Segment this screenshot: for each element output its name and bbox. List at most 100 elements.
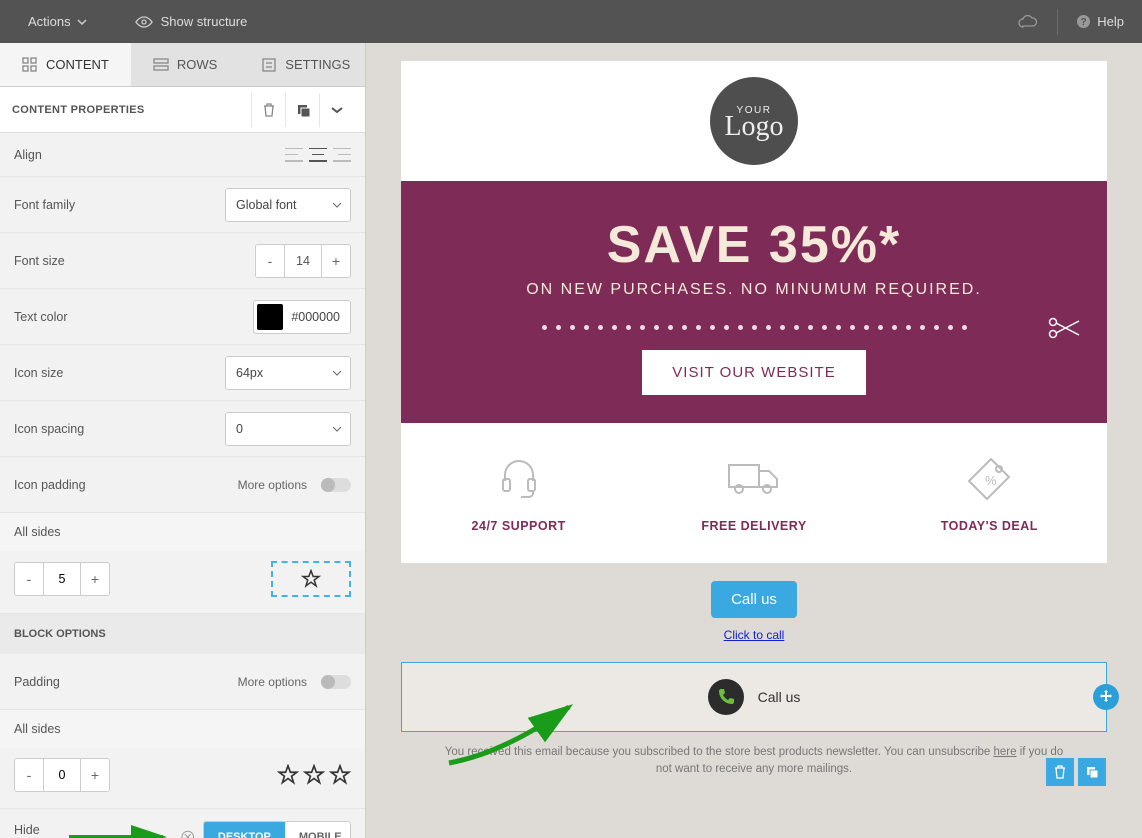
hide-on-label: Hide on [14,823,55,838]
call-us-button[interactable]: Call us [711,581,797,618]
delete-button[interactable] [251,93,285,127]
divider-dotted [431,325,1077,330]
align-right-button[interactable] [333,148,351,162]
tab-rows[interactable]: ROWS [131,43,239,86]
align-center-button[interactable] [309,148,327,162]
decrease-button[interactable]: - [15,759,43,791]
block-preview [277,764,351,786]
call-block-label: Call us [758,689,801,705]
feature-support[interactable]: 24/7 SUPPORT [401,423,636,563]
svg-text:?: ? [1081,17,1087,28]
scissors-icon [1047,317,1081,339]
feature-label: FREE DELIVERY [646,519,861,533]
move-handle[interactable] [1093,684,1119,710]
icon-padding-label: Icon padding [14,478,134,492]
icon-size-select[interactable]: 64px [225,356,351,390]
duplicate-icon [1085,765,1100,780]
text-color-label: Text color [14,310,134,324]
all-sides-label: All sides [0,513,365,551]
subheadline: ON NEW PURCHASES. NO MINUMUM REQUIRED. [431,281,1077,299]
star-icon [277,764,299,786]
block-action-toolbar [1046,758,1106,786]
phone-icon [708,679,744,715]
logo-area[interactable]: YOUR Logo [401,61,1107,181]
all-sides-label-2: All sides [0,710,365,748]
headset-icon [495,453,543,501]
feature-deal[interactable]: % TODAY'S DEAL [872,423,1107,563]
help-icon: ? [1076,14,1091,29]
font-family-label: Font family [14,198,134,212]
annotation-arrow-2 [67,825,173,838]
move-icon [1099,690,1113,704]
star-icon [301,569,321,589]
headline: SAVE 35%* [431,215,1077,275]
svg-text:%: % [985,473,997,488]
cloud-icon[interactable] [1017,14,1039,30]
unsubscribe-link[interactable]: here [994,746,1017,758]
selected-call-block[interactable]: Call us [401,662,1107,732]
tab-content[interactable]: CONTENT [0,43,131,86]
tag-icon: % [963,453,1015,501]
actions-menu[interactable]: Actions [28,14,87,29]
block-options-title: BLOCK OPTIONS [0,614,365,654]
padding-stepper[interactable]: -0+ [14,758,110,792]
eye-icon [135,15,153,29]
more-options-label: More options [238,675,307,689]
trash-icon [1053,764,1067,780]
feature-label: 24/7 SUPPORT [411,519,626,533]
help-label: Help [1097,14,1124,29]
align-label: Align [14,148,134,162]
text-color-picker[interactable]: #000000 [253,300,351,334]
feature-label: TODAY'S DEAL [882,519,1097,533]
show-structure-label: Show structure [161,14,248,29]
font-size-label: Font size [14,254,134,268]
hide-on-segment[interactable]: DESKTOP MOBILE [203,821,351,838]
icon-spacing-label: Icon spacing [14,422,134,436]
truck-icon [725,455,783,499]
star-icon [329,764,351,786]
increase-button[interactable]: + [81,759,109,791]
actions-label: Actions [28,14,71,29]
all-sides-stepper[interactable]: -5+ [14,562,110,596]
padding-label: Padding [14,675,134,689]
show-structure-toggle[interactable]: Show structure [135,14,248,29]
logo-placeholder: YOUR Logo [710,77,798,165]
hide-on-desktop[interactable]: DESKTOP [204,822,285,838]
color-swatch [257,304,283,330]
tab-settings[interactable]: SETTINGS [239,43,372,86]
reset-icon[interactable] [181,830,194,838]
feature-delivery[interactable]: FREE DELIVERY [636,423,871,563]
help-button[interactable]: ? Help [1076,14,1124,29]
padding-more-toggle[interactable] [321,675,351,689]
duplicate-icon [295,102,311,118]
more-options-toggle[interactable] [321,478,351,492]
settings-icon [261,57,277,73]
more-options-label: More options [238,478,307,492]
block-duplicate-button[interactable] [1078,758,1106,786]
footer-text: You received this email because you subs… [401,740,1107,799]
padding-preview [271,561,351,597]
duplicate-button[interactable] [285,93,319,127]
icon-spacing-select[interactable]: 0 [225,412,351,446]
block-delete-button[interactable] [1046,758,1074,786]
decrease-button[interactable]: - [256,245,284,277]
trash-icon [262,102,276,118]
increase-button[interactable]: + [81,563,109,595]
align-left-button[interactable] [285,148,303,162]
icon-size-label: Icon size [14,366,134,380]
hide-on-mobile[interactable]: MOBILE [285,822,351,838]
font-size-stepper[interactable]: -14+ [255,244,351,278]
collapse-button[interactable] [319,93,353,127]
banner-block[interactable]: SAVE 35%* ON NEW PURCHASES. NO MINUMUM R… [401,181,1107,423]
star-icon [303,764,325,786]
content-properties-title: CONTENT PROPERTIES [12,104,145,116]
increase-button[interactable]: + [322,245,350,277]
rows-icon [153,57,169,73]
font-family-select[interactable]: Global font [225,188,351,222]
chevron-down-icon [330,106,344,114]
visit-website-button[interactable]: VISIT OUR WEBSITE [642,350,865,395]
click-to-call-link[interactable]: Click to call [724,628,785,642]
decrease-button[interactable]: - [15,563,43,595]
grid-icon [22,57,38,73]
email-preview: YOUR Logo SAVE 35%* ON NEW PURCHASES. NO… [401,61,1107,799]
